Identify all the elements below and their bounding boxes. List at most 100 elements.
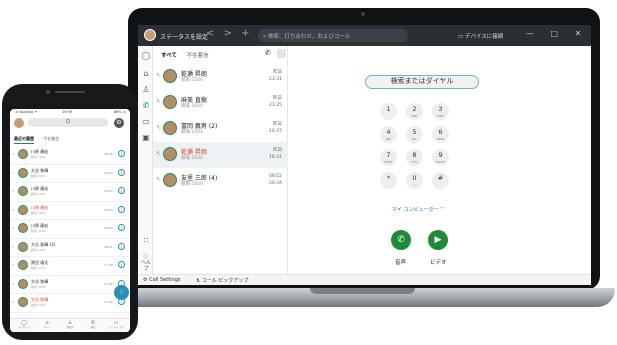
video-call-button[interactable]: ▶: [428, 230, 448, 250]
outgoing-call-icon: ↖: [12, 263, 15, 267]
apps-icon[interactable]: ∷: [141, 236, 151, 246]
connect-device-button[interactable]: ▭ デバイスに接続: [458, 32, 503, 40]
call-date: 昨日 16:31: [269, 147, 282, 161]
key-letters: WXYZ: [436, 160, 445, 164]
dial-key[interactable]: 6 MNO: [432, 126, 449, 143]
contact-ext: 職場 2000: [31, 303, 46, 307]
chat-icon[interactable]: ◯: [141, 51, 151, 61]
info-icon[interactable]: i: [118, 242, 125, 250]
avatar[interactable]: [14, 118, 24, 128]
dial-key[interactable]: 7 PQRS: [380, 149, 397, 166]
dial-key[interactable]: #: [432, 172, 449, 189]
call-date: 昨日 23:31: [269, 69, 282, 83]
dial-key[interactable]: 8 TUV: [406, 149, 423, 166]
more-icon[interactable]: [277, 49, 286, 58]
audio-label: 音声: [395, 260, 407, 266]
list-item[interactable]: ↖ 大谷 和輝 職場 2000 17:56 i: [10, 294, 130, 313]
key-digit: 0: [412, 174, 417, 182]
outgoing-call-icon: ↖: [12, 152, 15, 156]
call-pickup-label: コール ピックアップ: [201, 278, 249, 284]
list-item[interactable]: ↖ 麻美 直樹 職場 2000 昨日 23:25: [153, 90, 288, 116]
avatar: [18, 204, 28, 215]
people-icon[interactable]: ⌂: [141, 69, 151, 79]
phone-bottom-nav: ◯ メッセージ ⌂ チーム ♙ 連絡先 ✆ 通話 ▭ ミーティング: [10, 318, 130, 332]
call-time: 20:34: [269, 181, 282, 186]
tab-recent[interactable]: 最近の履歴: [14, 136, 34, 144]
list-item[interactable]: ↖ 大谷 和輝 職場 2000 17:56 i: [10, 276, 130, 294]
list-item[interactable]: ↖ 黒田 瑞太 職場 2000 17:58 i: [10, 257, 130, 276]
list-item[interactable]: ↖ 乾瀬 昇朗 職場 2000 昨日 16:31: [153, 142, 288, 168]
contact-ext: 職場 2000: [31, 173, 46, 178]
key-letters: JKL: [412, 137, 417, 141]
call-pickup-button[interactable]: ⇅ コール ピックアップ: [196, 277, 248, 284]
calendar-icon[interactable]: ▣: [141, 133, 151, 143]
info-icon[interactable]: i: [118, 187, 125, 194]
dial-key[interactable]: 9 WXYZ: [432, 149, 449, 166]
nav-user[interactable]: ♙ 連絡先: [60, 320, 80, 329]
avatar: [163, 95, 177, 109]
tab-missed[interactable]: 不在着信: [43, 136, 59, 142]
call-date: 昨日 23:25: [269, 95, 282, 109]
info-icon[interactable]: i: [118, 224, 125, 231]
help-button[interactable]: ⓘ ヘルプ: [139, 254, 153, 272]
dial-key[interactable]: 1: [380, 103, 397, 120]
phone-search[interactable]: Q: [28, 118, 108, 127]
avatar: [18, 167, 28, 178]
dialpad-toggle-icon[interactable]: ✆: [265, 49, 271, 57]
phone-icon[interactable]: ✆: [141, 101, 151, 111]
nav-label: ミーティング: [108, 326, 124, 329]
laptop-frame: ステータスを設定 < > + ⌕ 検索、打ち合わせ、およびコール ▭ デバイスに…: [128, 8, 600, 290]
list-item[interactable]: ↖ 大谷 和輝 (3) 職場 2000 18:01 i: [10, 239, 130, 257]
list-item[interactable]: ↖ 友里 三郎 (4) 職場 2000 06/22 20:34: [153, 168, 288, 194]
list-item[interactable]: ↖ 乾瀬 昇朗 職場 2000 昨日 23:31: [153, 64, 288, 90]
list-item[interactable]: ↖ 富岡 義男 (2) 職場 2004 昨日 16:37: [153, 116, 288, 142]
nav-chat[interactable]: ◯ メッセージ: [14, 320, 34, 329]
phone-call-list: ↖ 川原 康宏 職場 2000 18:06 i ↖ 大谷 和輝 職場 2000 18:04 i ↖ 川…: [10, 146, 130, 313]
call-settings-button[interactable]: ⚙ Call Settings: [143, 277, 181, 283]
dial-key[interactable]: 4 GHI: [380, 126, 397, 143]
nav-buttons[interactable]: < > +: [206, 28, 253, 39]
search-input[interactable]: ⌕ 検索、打ち合わせ、およびコール: [258, 29, 408, 42]
call-day: 昨日: [273, 122, 282, 127]
dialer: 検索またはダイヤル 1 2 ABC 3 DEF 4 GHI 5 JKL 6 MNO 7 PQRS 8 TUV…: [288, 46, 591, 274]
call-date: 06/22 20:34: [269, 173, 282, 187]
nav-phone[interactable]: ✆ 通話: [83, 320, 103, 329]
dial-key[interactable]: *: [380, 172, 397, 189]
list-item[interactable]: ↖ 川原 康宏 職場 2000 18:06 i: [10, 146, 130, 165]
gear-icon[interactable]: ⚙: [114, 118, 124, 128]
info-icon[interactable]: i: [118, 168, 125, 176]
tab-all[interactable]: すべて: [161, 51, 177, 59]
phone-tabs: 最近の履歴 不在着信: [14, 136, 67, 144]
user-icon[interactable]: ♙: [141, 85, 151, 95]
info-icon[interactable]: i: [118, 261, 125, 268]
outgoing-call-icon: ↖: [12, 170, 15, 175]
window-controls[interactable]: — □ ✕: [526, 29, 588, 38]
dial-key[interactable]: 5 JKL: [406, 126, 423, 143]
list-item[interactable]: ↖ 川原 康宏 職場 2000 18:03 i: [10, 183, 130, 202]
outgoing-call-icon: ↖: [12, 300, 15, 304]
avatar[interactable]: [144, 29, 156, 41]
call-time: 17:58: [104, 263, 113, 267]
title-bar: ステータスを設定 < > + ⌕ 検索、打ち合わせ、およびコール ▭ デバイスに…: [138, 25, 591, 46]
list-item[interactable]: ↖ 大谷 和輝 職場 2000 18:04 i: [10, 165, 130, 183]
info-icon[interactable]: i: [118, 205, 125, 213]
dial-input[interactable]: 検索またはダイヤル: [365, 75, 479, 89]
call-day: 昨日: [273, 70, 282, 75]
dialpad-fab[interactable]: ⁙: [114, 285, 129, 300]
voicemail-icon[interactable]: ▭: [141, 117, 151, 127]
info-icon[interactable]: i: [118, 150, 125, 157]
dial-key[interactable]: 3 DEF: [432, 103, 449, 120]
dial-key[interactable]: 2 ABC: [406, 103, 423, 120]
list-item[interactable]: ↖ 川原 康宏 職場 2000 18:00 i: [10, 202, 130, 220]
avatar: [18, 278, 28, 289]
set-status-button[interactable]: ステータスを設定: [160, 32, 208, 41]
list-item[interactable]: ↖ 川原 康宏 職場 2000 18:00 i: [10, 220, 130, 239]
audio-call-button[interactable]: ✆: [391, 230, 411, 250]
nav-meeting[interactable]: ▭ ミーティング: [106, 320, 126, 329]
phone-icon: ✆: [397, 235, 405, 245]
outgoing-call-icon: ↖: [12, 281, 15, 286]
my-computer-select[interactable]: マイ コンピューター ﹀: [392, 206, 445, 213]
dial-key[interactable]: 0 +: [406, 172, 423, 189]
nav-people[interactable]: ⌂ チーム: [37, 320, 57, 329]
tab-missed[interactable]: 不在着信: [187, 51, 209, 59]
